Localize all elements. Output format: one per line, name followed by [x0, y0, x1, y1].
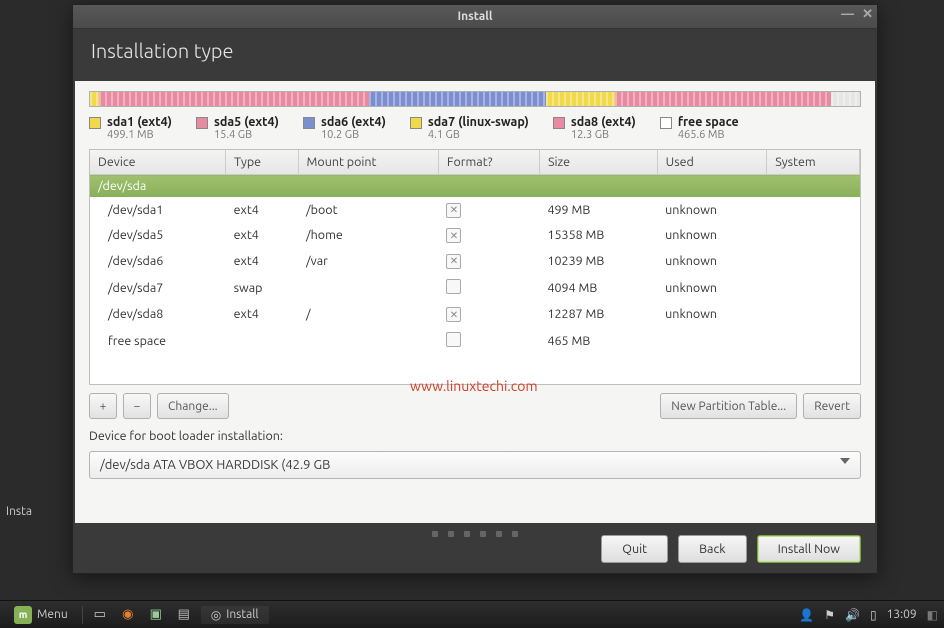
legend-swatch — [303, 117, 315, 129]
remove-partition-button[interactable]: − — [123, 393, 151, 419]
titlebar[interactable]: Install — ✕ — [73, 5, 877, 29]
partition-toolbar: + − Change... New Partition Table... Rev… — [89, 393, 861, 419]
taskbar-item-install[interactable]: ◎ Install — [201, 606, 269, 624]
partition-usage-bar — [89, 91, 861, 107]
boot-loader-label: Device for boot loader installation: — [89, 429, 861, 443]
legend-item: sda8 (ext4)12.3 GB — [553, 115, 636, 141]
new-partition-table-button[interactable]: New Partition Table... — [660, 393, 797, 419]
battery-icon[interactable]: ▯ — [870, 608, 877, 622]
network-icon[interactable]: ⚑ — [824, 608, 835, 622]
start-menu-button[interactable]: m Menu — [6, 604, 76, 626]
files-icon[interactable]: ▤ — [173, 605, 195, 625]
column-header[interactable]: Device — [90, 150, 226, 175]
legend-swatch — [660, 117, 672, 129]
column-header[interactable]: System — [767, 150, 860, 175]
volume-icon[interactable]: 🔊 — [845, 608, 860, 622]
change-partition-button[interactable]: Change... — [157, 393, 229, 419]
format-checkbox[interactable] — [446, 279, 461, 294]
close-icon[interactable]: ✕ — [862, 7, 873, 22]
format-checkbox[interactable]: ✕ — [446, 228, 461, 243]
chevron-down-icon — [840, 458, 850, 464]
format-checkbox[interactable] — [446, 332, 461, 347]
column-header[interactable]: Format? — [438, 150, 539, 175]
partition-table: DeviceTypeMount pointFormat?SizeUsedSyst… — [89, 149, 861, 385]
installer-window: Install — ✕ Installation type sda1 (ext4… — [72, 4, 878, 574]
taskbar: m Menu ▭ ◉ ▣ ▤ ◎ Install 👤 ⚑ 🔊 ▯ 13:09 ◧ — [0, 600, 944, 628]
boot-loader-device-select[interactable]: /dev/sda ATA VBOX HARDDISK (42.9 GB — [89, 451, 861, 479]
content-area: sda1 (ext4)499.1 MBsda5 (ext4)15.4 GBsda… — [75, 81, 875, 523]
install-now-button[interactable]: Install Now — [757, 535, 861, 563]
notifications-icon[interactable]: ◧ — [927, 608, 938, 622]
partition-row[interactable]: /dev/sda6ext4/var✕10239 MBunknown — [90, 248, 860, 274]
format-checkbox[interactable]: ✕ — [446, 203, 461, 218]
legend-item: sda1 (ext4)499.1 MB — [89, 115, 172, 141]
partition-bar-segment — [90, 92, 99, 106]
column-header[interactable]: Used — [657, 150, 767, 175]
window-title: Install — [457, 10, 492, 23]
partition-bar-segment — [99, 92, 369, 106]
boot-loader-value: /dev/sda ATA VBOX HARDDISK (42.9 GB — [100, 458, 330, 472]
legend-item: sda7 (linux-swap)4.1 GB — [410, 115, 529, 141]
revert-button[interactable]: Revert — [803, 393, 861, 419]
column-header[interactable]: Mount point — [298, 150, 438, 175]
legend-label: sda8 (ext4) — [571, 115, 636, 129]
disk-header-row[interactable]: /dev/sda — [90, 175, 860, 198]
terminal-icon[interactable]: ▣ — [145, 605, 167, 625]
partition-row[interactable]: free space465 MB — [90, 327, 860, 355]
partition-row[interactable]: /dev/sda8ext4/✕12287 MBunknown — [90, 302, 860, 328]
partition-bar-segment — [546, 92, 615, 106]
format-checkbox[interactable]: ✕ — [446, 254, 461, 269]
legend-size: 10.2 GB — [321, 129, 386, 141]
quit-button[interactable]: Quit — [601, 535, 668, 563]
legend-item: sda6 (ext4)10.2 GB — [303, 115, 386, 141]
legend-label: free space — [678, 115, 739, 129]
page-indicator — [432, 531, 518, 537]
legend-size: 465.6 MB — [678, 129, 739, 141]
partition-bar-segment — [615, 92, 831, 106]
desktop-icon-label: Insta — [6, 505, 32, 518]
partition-row[interactable]: /dev/sda5ext4/home✕15358 MBunknown — [90, 223, 860, 249]
clock[interactable]: 13:09 — [887, 608, 917, 621]
legend-swatch — [410, 117, 422, 129]
legend-label: sda1 (ext4) — [107, 115, 172, 129]
partition-bar-segment — [831, 92, 860, 106]
legend-swatch — [89, 117, 101, 129]
legend-item: free space465.6 MB — [660, 115, 739, 141]
page-title: Installation type — [73, 29, 877, 81]
partition-row[interactable]: /dev/sda1ext4/boot✕499 MBunknown — [90, 197, 860, 223]
legend-label: sda7 (linux-swap) — [428, 115, 529, 129]
column-header[interactable]: Size — [539, 150, 657, 175]
legend-swatch — [553, 117, 565, 129]
legend-label: sda6 (ext4) — [321, 115, 386, 129]
show-desktop-icon[interactable]: ▭ — [89, 605, 111, 625]
legend-item: sda5 (ext4)15.4 GB — [196, 115, 279, 141]
legend-size: 15.4 GB — [214, 129, 279, 141]
watermark-text: www.linuxtechi.com — [410, 378, 538, 394]
system-tray: 👤 ⚑ 🔊 ▯ 13:09 ◧ — [799, 608, 938, 622]
legend-size: 12.3 GB — [571, 129, 636, 141]
minimize-icon[interactable]: — — [841, 7, 854, 22]
legend-size: 4.1 GB — [428, 129, 529, 141]
partition-row[interactable]: /dev/sda7swap4094 MBunknown — [90, 274, 860, 302]
cd-icon: ◎ — [211, 608, 221, 622]
user-icon[interactable]: 👤 — [799, 608, 814, 622]
mint-logo-icon: m — [14, 606, 32, 624]
legend-swatch — [196, 117, 208, 129]
back-button[interactable]: Back — [678, 535, 747, 563]
firefox-icon[interactable]: ◉ — [117, 605, 139, 625]
column-header[interactable]: Type — [226, 150, 298, 175]
partition-legend: sda1 (ext4)499.1 MBsda5 (ext4)15.4 GBsda… — [89, 115, 861, 141]
add-partition-button[interactable]: + — [89, 393, 117, 419]
legend-label: sda5 (ext4) — [214, 115, 279, 129]
partition-bar-segment — [369, 92, 546, 106]
legend-size: 499.1 MB — [107, 129, 172, 141]
format-checkbox[interactable]: ✕ — [446, 307, 461, 322]
